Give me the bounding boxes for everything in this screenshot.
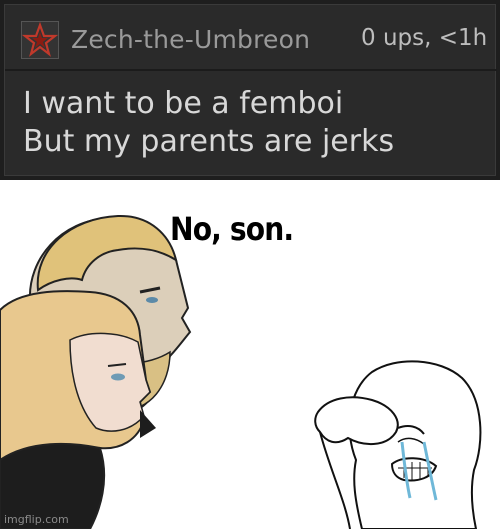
- star-icon: [22, 22, 58, 57]
- meme-caption: No, son.: [170, 210, 294, 248]
- comment-username[interactable]: Zech-the-Umbreon: [71, 25, 310, 54]
- meme-panel: No, son. imgflip.com: [0, 180, 500, 529]
- imgflip-watermark: imgflip.com: [4, 513, 69, 526]
- comment-line-1: I want to be a femboi: [23, 86, 344, 121]
- divider: [5, 69, 497, 71]
- blonde-girl-figure: [0, 290, 156, 529]
- comment-card: Zech-the-Umbreon 0 ups, <1h I want to be…: [0, 0, 500, 180]
- comment-body: I want to be a femboi But my parents are…: [23, 85, 394, 161]
- comment-meta: 0 ups, <1h: [361, 25, 488, 51]
- user-avatar[interactable]: [21, 21, 59, 59]
- comment-line-2: But my parents are jerks: [23, 124, 395, 159]
- crying-wojak-figure: [314, 360, 482, 529]
- comment-panel: Zech-the-Umbreon 0 ups, <1h I want to be…: [4, 4, 497, 176]
